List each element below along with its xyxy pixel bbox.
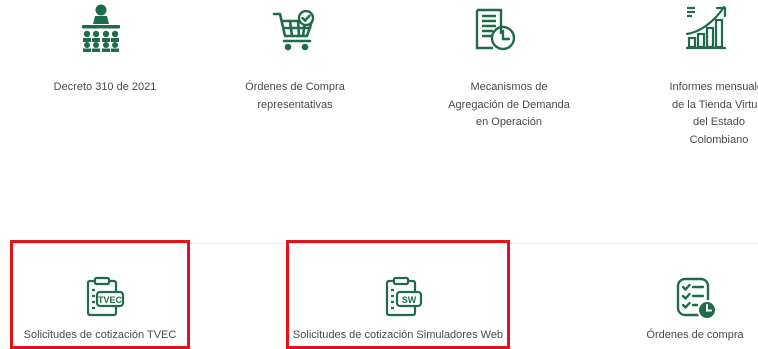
presentation-audience-icon xyxy=(75,4,127,52)
card-decreto-310[interactable]: Decreto 310 de 2021 xyxy=(30,0,180,110)
highlight-box-simuladores-web xyxy=(286,240,510,349)
card-mecanismos-agregacion[interactable]: Mecanismos de Agregación de Demanda en O… xyxy=(448,0,570,150)
shopping-cart-check-icon xyxy=(272,10,318,52)
document-clock-icon xyxy=(473,8,519,52)
card-label: Órdenes de compra xyxy=(646,329,744,341)
card-informes-mensuales[interactable]: Informes mensuales de la Tienda Virtual … xyxy=(660,0,758,150)
card-ordenes-de-compra[interactable]: Órdenes de compra xyxy=(630,240,758,349)
highlight-box-tvec xyxy=(10,240,190,349)
card-ordenes-representativas[interactable]: Órdenes de Compra representativas xyxy=(230,0,360,111)
growth-chart-icon xyxy=(684,4,728,50)
card-label: Decreto 310 de 2021 xyxy=(53,81,157,93)
card-label: Órdenes de Compra representativas xyxy=(245,81,345,111)
card-label: Mecanismos de Agregación de Demanda en O… xyxy=(448,81,570,128)
card-label: Informes mensuales de la Tienda Virtual … xyxy=(669,81,758,146)
checklist-clock-icon xyxy=(676,277,718,321)
